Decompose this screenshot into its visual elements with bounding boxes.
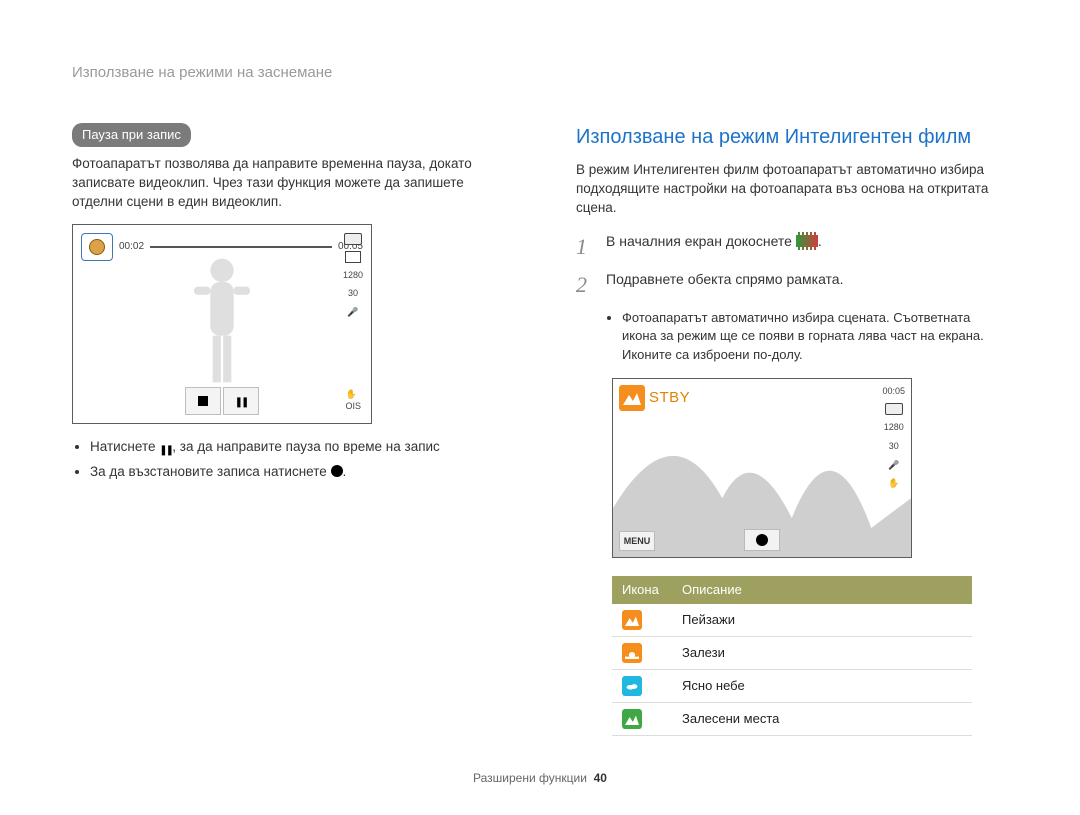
- record-icon: [331, 465, 343, 477]
- mic-icon: 🎤: [347, 306, 358, 319]
- landscape-scene-icon: [619, 385, 645, 411]
- page-footer: Разширени функции 40: [0, 770, 1080, 787]
- scene-icon-table: Икона Описание Пейзажи Залези Ясно небе: [612, 576, 972, 736]
- pause-intro-text: Фотоапаратът позволява да направите врем…: [72, 155, 504, 212]
- fps-badge: 30: [889, 440, 899, 453]
- step-2-text: Подравнете обекта спрямо рамката.: [606, 270, 843, 301]
- page-number: 40: [594, 771, 607, 785]
- ois-icon: ✋: [888, 477, 899, 490]
- breadcrumb: Използване на режими на заснемане: [72, 62, 1008, 83]
- col-icon-header: Икона: [612, 576, 672, 604]
- smart-film-mode-icon: [796, 232, 818, 250]
- elapsed-time: 00:02: [119, 240, 144, 254]
- table-row: Залези: [612, 637, 972, 670]
- pause-icon: [159, 440, 172, 453]
- pause-instruction: Натиснете , за да направите пауза по вре…: [90, 438, 504, 457]
- smart-film-title: Използване на режим Интелигентен филм: [576, 123, 1008, 151]
- scene-label: Ясно небе: [672, 670, 972, 703]
- pause-recording-pill: Пауза при запис: [72, 123, 191, 147]
- auto-scene-note: Фотоапаратът автоматично избира сцената.…: [622, 309, 1008, 364]
- smart-film-preview: STBY 00:05 1280 30 🎤 ✋ MENU: [612, 378, 912, 558]
- scene-label: Пейзажи: [672, 604, 972, 637]
- footer-section: Разширени функции: [473, 771, 587, 785]
- scene-label: Залесени места: [672, 703, 972, 736]
- landscape-icon: [622, 610, 642, 630]
- recording-screenshot: 00:02 00:05 1280 30 🎤 ✋OIS: [72, 224, 372, 424]
- mic-icon: 🎤: [888, 459, 899, 472]
- smart-film-intro: В режим Интелигентен филм фотоапаратът а…: [576, 161, 1008, 218]
- preview-time: 00:05: [882, 385, 905, 398]
- sunset-icon: [622, 643, 642, 663]
- left-column: Пауза при запис Фотоапаратът позволява д…: [72, 123, 504, 736]
- forest-icon: [622, 709, 642, 729]
- right-column: Използване на режим Интелигентен филм В …: [576, 123, 1008, 736]
- battery-icon: [344, 233, 362, 245]
- scene-label: Залези: [672, 637, 972, 670]
- ois-icon: ✋OIS: [345, 388, 361, 413]
- standby-label: STBY: [649, 387, 690, 408]
- step-number-2: 2: [576, 270, 594, 301]
- resume-instruction: За да възстановите записа натиснете .: [90, 463, 504, 482]
- person-silhouette: [187, 254, 257, 394]
- step-1-text: В началния екран докоснете .: [606, 232, 822, 263]
- progress-bar: [150, 246, 332, 248]
- record-button[interactable]: [744, 529, 780, 551]
- storage-icon: [345, 251, 361, 263]
- sky-icon: [622, 676, 642, 696]
- step-number-1: 1: [576, 232, 594, 263]
- fps-badge: 30: [348, 287, 358, 300]
- camera-mode-icon: [81, 233, 113, 261]
- resolution-badge: 1280: [343, 269, 363, 282]
- table-row: Пейзажи: [612, 604, 972, 637]
- pause-button[interactable]: [223, 387, 259, 415]
- table-row: Ясно небе: [612, 670, 972, 703]
- col-desc-header: Описание: [672, 576, 972, 604]
- resolution-badge: 1280: [884, 421, 904, 434]
- menu-button[interactable]: MENU: [619, 531, 655, 551]
- battery-icon: [885, 403, 903, 415]
- stop-button[interactable]: [185, 387, 221, 415]
- table-row: Залесени места: [612, 703, 972, 736]
